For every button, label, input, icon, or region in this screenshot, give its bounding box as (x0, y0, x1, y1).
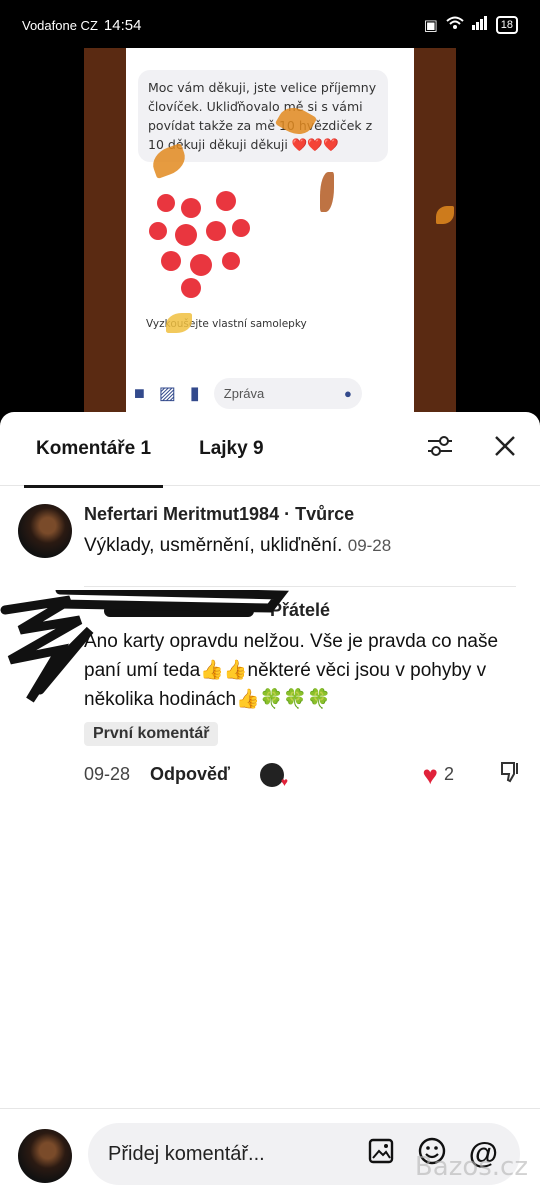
camera-icon: ■ (134, 382, 145, 403)
status-bar: Vodafone CZ 14:54 ▣ 18 (0, 0, 540, 50)
video-input-bar: ■ ▨ ▮ Zpráva ● (126, 374, 414, 412)
like-count: 2 (443, 764, 454, 784)
tab-comments[interactable]: Komentáře 1 (24, 432, 164, 488)
dislike-icon[interactable] (498, 760, 522, 789)
heart-icon: ♥ (422, 759, 438, 790)
falling-leaf (436, 206, 454, 224)
video-message-field: Zpráva ● (213, 377, 362, 409)
video-phone-screen: Moc vám děkuji, jste velice příjemny člo… (126, 48, 414, 412)
comment-actions: 09-28 Odpověď ♥ ♥ 2 (84, 760, 522, 789)
comments-sheet: Komentáře 1 Lajky 9 Nefertari Meritmut19… (0, 412, 540, 1200)
battery-icon: 18 (495, 16, 518, 34)
carrier-name: Vodafone CZ (22, 17, 98, 33)
comment-author[interactable]: Nefertari Meritmut1984 · Tvůrce (84, 504, 522, 525)
wifi-icon (446, 16, 464, 34)
comments-tabs: Komentáře 1 Lajky 9 (0, 412, 540, 488)
add-comment-placeholder: Přidej komentář... (108, 1142, 265, 1165)
image-icon[interactable] (367, 1137, 395, 1171)
video-player[interactable]: Moc vám děkuji, jste velice příjemny člo… (84, 48, 456, 418)
clock: 14:54 (103, 16, 142, 34)
redaction-scribble (0, 590, 289, 703)
video-message-placeholder: Zpráva (223, 385, 265, 401)
status-icons: ▣ 18 (424, 16, 518, 34)
first-comment-badge: První komentář (84, 722, 219, 746)
hearts-sticker (149, 191, 250, 298)
microphone-icon: ▮ (189, 382, 200, 403)
comment-divider (84, 586, 516, 587)
creator-liked-avatar: ♥ (260, 762, 288, 789)
emoji-icon: ● (343, 385, 352, 401)
comment-text: Výklady, usměrnění, ukliďnění. (84, 535, 343, 556)
comment-date: 09-28 (84, 764, 131, 784)
avatar[interactable] (18, 504, 72, 558)
watermark: Bazos.cz (414, 1152, 528, 1182)
close-icon[interactable] (494, 435, 516, 462)
like-button[interactable]: ♥ 2 (422, 759, 454, 790)
gallery-icon: ▨ (158, 382, 176, 403)
avatar (18, 1129, 72, 1183)
filter-icon[interactable] (426, 434, 454, 463)
nfc-icon: ▣ (423, 17, 438, 34)
tab-likes[interactable]: Lajky 9 (187, 432, 275, 466)
comment-date: 09-28 (347, 536, 392, 555)
comment-body: Výklady, usměrnění, ukliďnění. 09-28 (84, 531, 522, 560)
heart-badge-icon: ♥ (280, 774, 288, 789)
reply-button[interactable]: Odpověď (150, 764, 230, 785)
signal-icon (471, 16, 488, 34)
